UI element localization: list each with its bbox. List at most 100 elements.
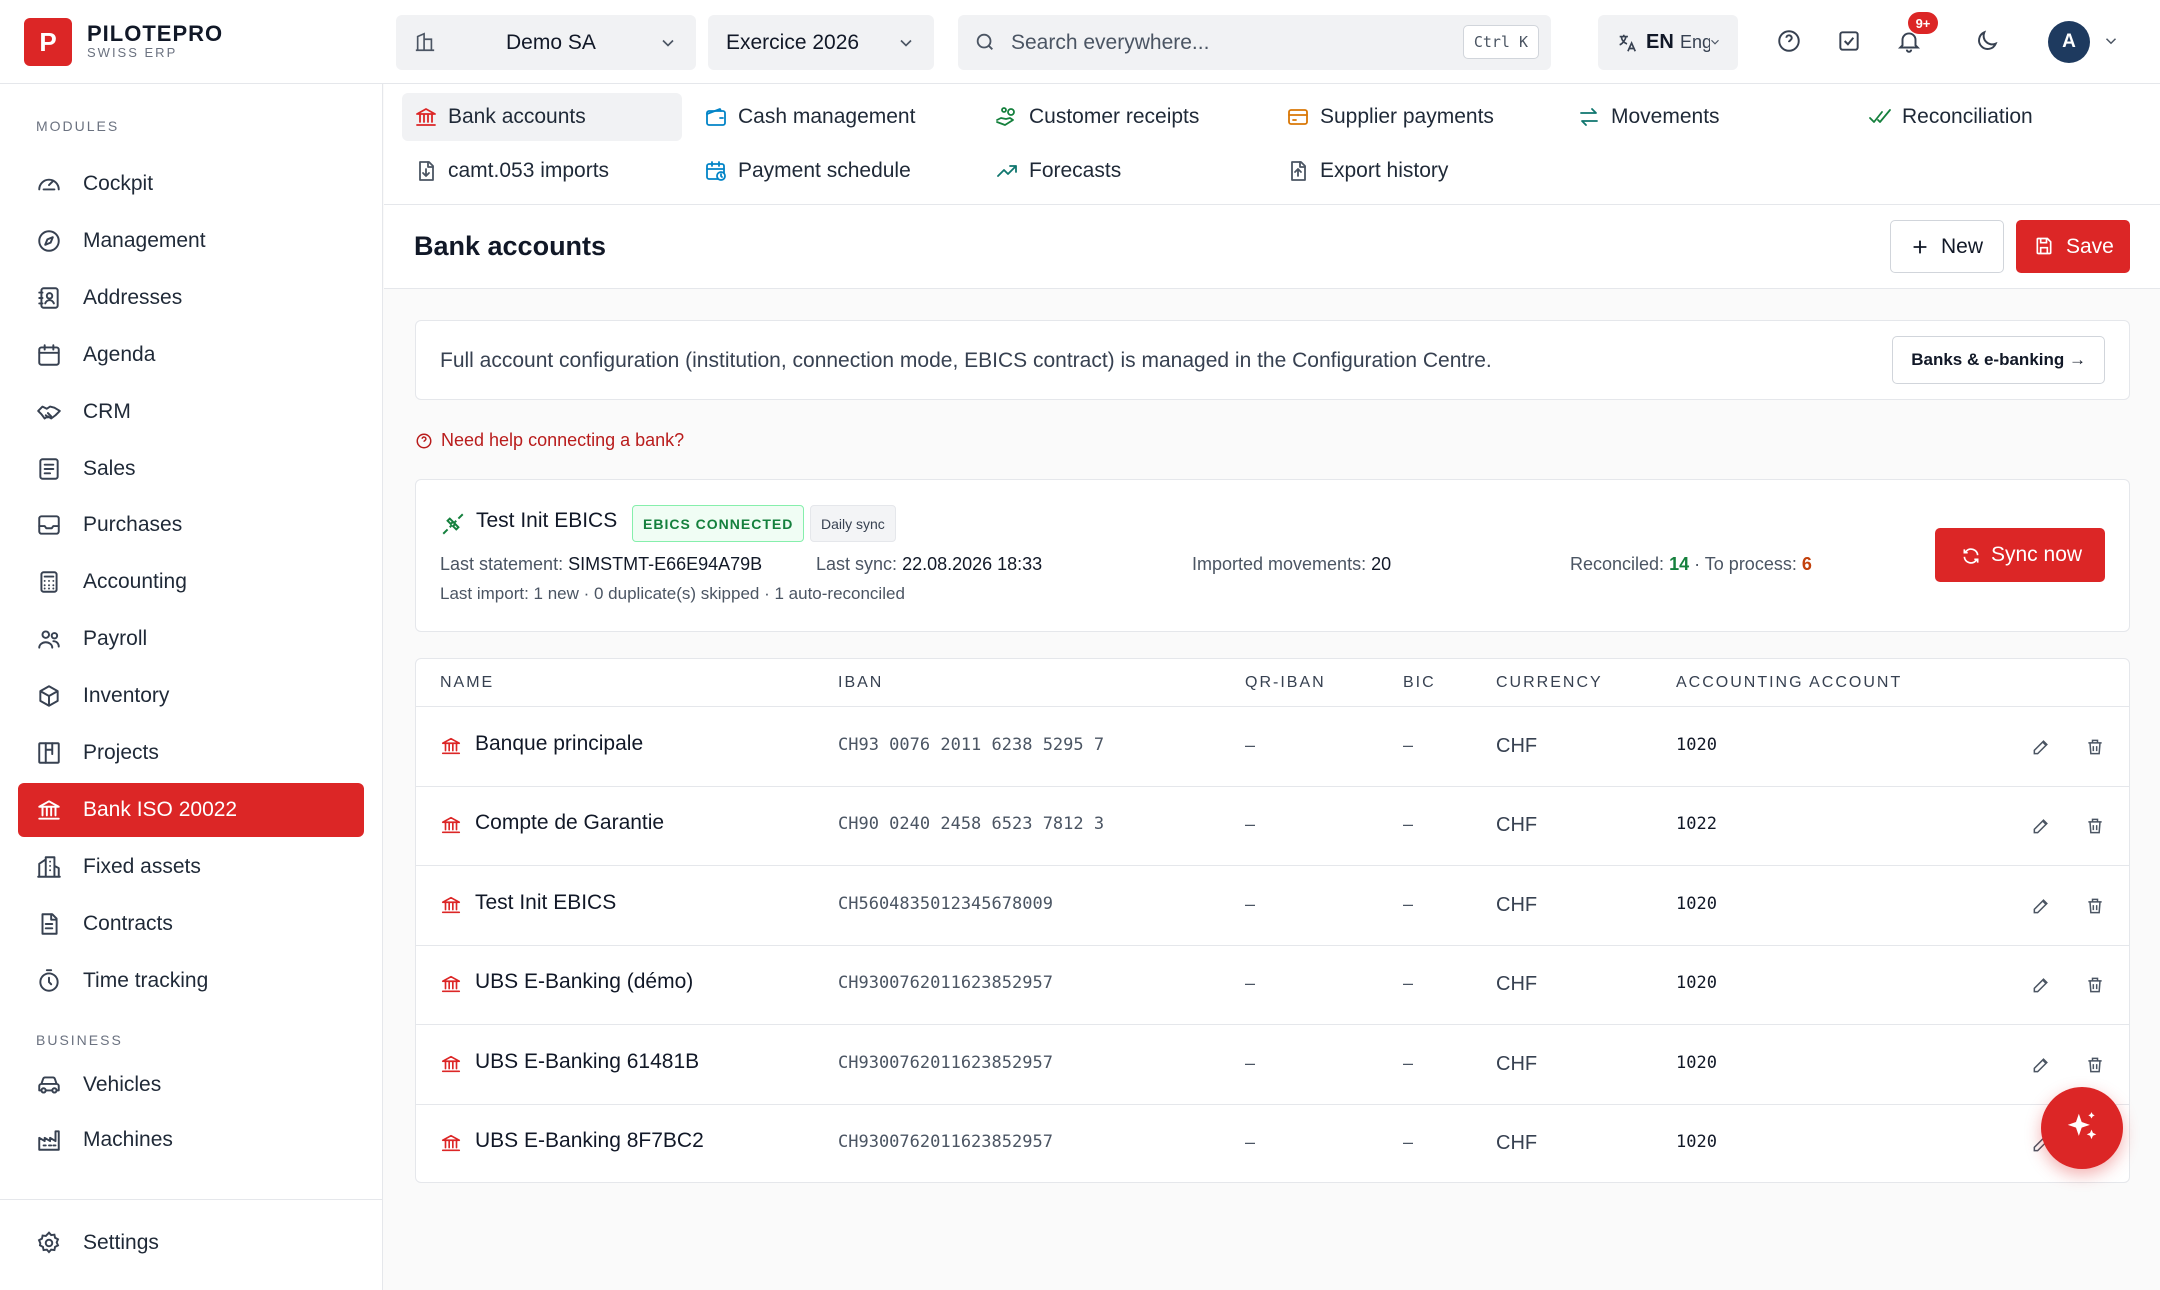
users-icon <box>36 626 62 652</box>
tab-movements[interactable]: Movements <box>1565 93 1845 141</box>
last-statement: Last statement: SIMSTMT-E66E94A79B <box>440 554 763 574</box>
ai-assistant-button[interactable] <box>2041 1087 2123 1169</box>
wallet-icon <box>704 105 728 129</box>
chevron-down-icon[interactable] <box>2096 26 2126 56</box>
trash-icon[interactable] <box>2082 734 2108 760</box>
tab-label: Cash management <box>738 105 916 128</box>
module-tabs: Bank accounts Cash management Customer rec… <box>384 84 2160 205</box>
sync-now-label: Sync now <box>1991 543 2083 566</box>
sidebar-item-addresses[interactable]: Addresses <box>18 271 364 325</box>
building-icon <box>36 854 62 880</box>
tab-label: camt.053 imports <box>448 159 610 182</box>
sidebar-item-machines[interactable]: Machines <box>18 1113 364 1167</box>
search-shortcut: Ctrl K <box>1462 25 1539 59</box>
page-title: Bank accounts <box>414 231 607 261</box>
app-logo[interactable]: P <box>24 18 72 66</box>
sidebar-item-projects[interactable]: Projects <box>18 726 364 780</box>
inbox-icon <box>36 512 62 538</box>
sidebar-item-bank-iso-20022[interactable]: Bank ISO 20022 <box>18 783 364 837</box>
edit-icon[interactable] <box>2028 734 2054 760</box>
account-accounting-number: 1020 <box>1676 1052 1717 1073</box>
table-row[interactable]: UBS E-Banking 8F7BC2 CH930076201162385295… <box>416 1105 2129 1182</box>
sidebar-item-cockpit[interactable]: Cockpit <box>18 157 364 211</box>
account-accounting-number: 1020 <box>1676 893 1717 914</box>
tab-camt-053-imports[interactable]: camt.053 imports <box>402 147 682 195</box>
tab-supplier-payments[interactable]: Supplier payments <box>1274 93 1554 141</box>
bank-icon <box>440 973 462 995</box>
search-input[interactable]: Search everywhere... Ctrl K <box>958 15 1551 70</box>
top-bar: P PILOTEPRO SWISS ERP Demo SA Exercice 2… <box>0 0 2160 84</box>
company-select[interactable]: Demo SA <box>396 15 696 70</box>
account-currency: CHF <box>1496 735 1538 757</box>
trash-icon[interactable] <box>2082 972 2108 998</box>
sidebar-item-label: Inventory <box>83 684 170 707</box>
trash-icon[interactable] <box>2082 893 2108 919</box>
column-header-qr-iban: QR-IBAN <box>1245 674 1326 691</box>
sidebar-item-crm[interactable]: CRM <box>18 385 364 439</box>
tab-cash-management[interactable]: Cash management <box>692 93 972 141</box>
edit-icon[interactable] <box>2028 972 2054 998</box>
company-value: Demo SA <box>506 30 596 54</box>
edit-icon[interactable] <box>2028 813 2054 839</box>
sync-now-button[interactable]: Sync now <box>1935 528 2105 582</box>
account-qr-iban: – <box>1245 735 1256 755</box>
tab-reconciliation[interactable]: Reconciliation <box>1856 93 2136 141</box>
sidebar-item-label: Cockpit <box>83 172 154 195</box>
sidebar-item-accounting[interactable]: Accounting <box>18 555 364 609</box>
avatar[interactable]: A <box>2048 21 2090 63</box>
fiscal-year-select[interactable]: Exercice 2026 <box>708 15 934 70</box>
tasks-icon[interactable] <box>1834 26 1864 56</box>
file-export-icon <box>1286 159 1310 183</box>
tab-bank-accounts[interactable]: Bank accounts <box>402 93 682 141</box>
sidebar-item-sales[interactable]: Sales <box>18 442 364 496</box>
edit-icon[interactable] <box>2028 1052 2054 1078</box>
edit-icon[interactable] <box>2028 893 2054 919</box>
bank-icon <box>440 814 462 836</box>
column-header-currency: CURRENCY <box>1496 674 1603 691</box>
help-icon[interactable] <box>1774 26 1804 56</box>
language-select[interactable]: EN Eng <box>1598 15 1738 70</box>
sidebar-item-purchases[interactable]: Purchases <box>18 498 364 552</box>
tab-customer-receipts[interactable]: Customer receipts <box>983 93 1263 141</box>
bank-icon <box>440 1053 462 1075</box>
moon-icon[interactable] <box>1972 26 2002 56</box>
sidebar-item-time-tracking[interactable]: Time tracking <box>18 954 364 1008</box>
trash-icon[interactable] <box>2082 1052 2108 1078</box>
table-row[interactable]: UBS E-Banking 61481B CH930076201162385295… <box>416 1026 2129 1105</box>
search-icon <box>974 31 996 53</box>
tab-label: Movements <box>1611 105 1720 128</box>
sidebar-item-management[interactable]: Management <box>18 214 364 268</box>
tab-export-history[interactable]: Export history <box>1274 147 1554 195</box>
sidebar-item-agenda[interactable]: Agenda <box>18 328 364 382</box>
account-qr-iban: – <box>1245 893 1256 914</box>
tab-forecasts[interactable]: Forecasts <box>983 147 1263 195</box>
table-row[interactable]: UBS E-Banking (démo) CH930076201162385295… <box>416 946 2129 1026</box>
trash-icon[interactable] <box>2082 813 2108 839</box>
account-iban: CH9300762011623852957 <box>838 1132 1053 1152</box>
bank-icon <box>440 894 462 916</box>
tab-label: Supplier payments <box>1320 105 1494 128</box>
document-icon <box>36 911 62 937</box>
table-row[interactable]: Test Init EBICS CH5604835012345678009 – – CH… <box>416 867 2129 946</box>
sidebar-item-contracts[interactable]: Contracts <box>18 897 364 951</box>
account-name: Test Init EBICS <box>475 890 617 914</box>
sidebar-item-label: Management <box>83 229 206 252</box>
table-row[interactable]: Banque principale CH93 0076 2011 6238 529… <box>416 708 2129 787</box>
sidebar-item-label: Machines <box>83 1128 173 1151</box>
sidebar-item-settings[interactable]: Settings <box>18 1216 364 1270</box>
fiscal-year-value: Exercice 2026 <box>726 30 860 54</box>
new-button[interactable]: New <box>1890 220 2004 273</box>
table-row[interactable]: Compte de Garantie CH90 0240 2458 6523 78… <box>416 787 2129 867</box>
calculator-icon <box>36 569 62 595</box>
sidebar-item-label: CRM <box>83 400 131 423</box>
tab-payment-schedule[interactable]: Payment schedule <box>692 147 972 195</box>
sidebar-item-fixed-assets[interactable]: Fixed assets <box>18 840 364 894</box>
save-button[interactable]: Save <box>2016 220 2130 273</box>
sidebar-item-inventory[interactable]: Inventory <box>18 669 364 723</box>
help-connect-bank-link[interactable]: Need help connecting a bank? <box>415 430 684 451</box>
sidebar-item-payroll[interactable]: Payroll <box>18 612 364 666</box>
account-bic: – <box>1403 893 1414 914</box>
banks-ebanking-button[interactable]: Banks & e-banking → <box>1892 336 2105 384</box>
sidebar-item-vehicles[interactable]: Vehicles <box>18 1058 364 1112</box>
plus-icon <box>1909 236 1931 258</box>
